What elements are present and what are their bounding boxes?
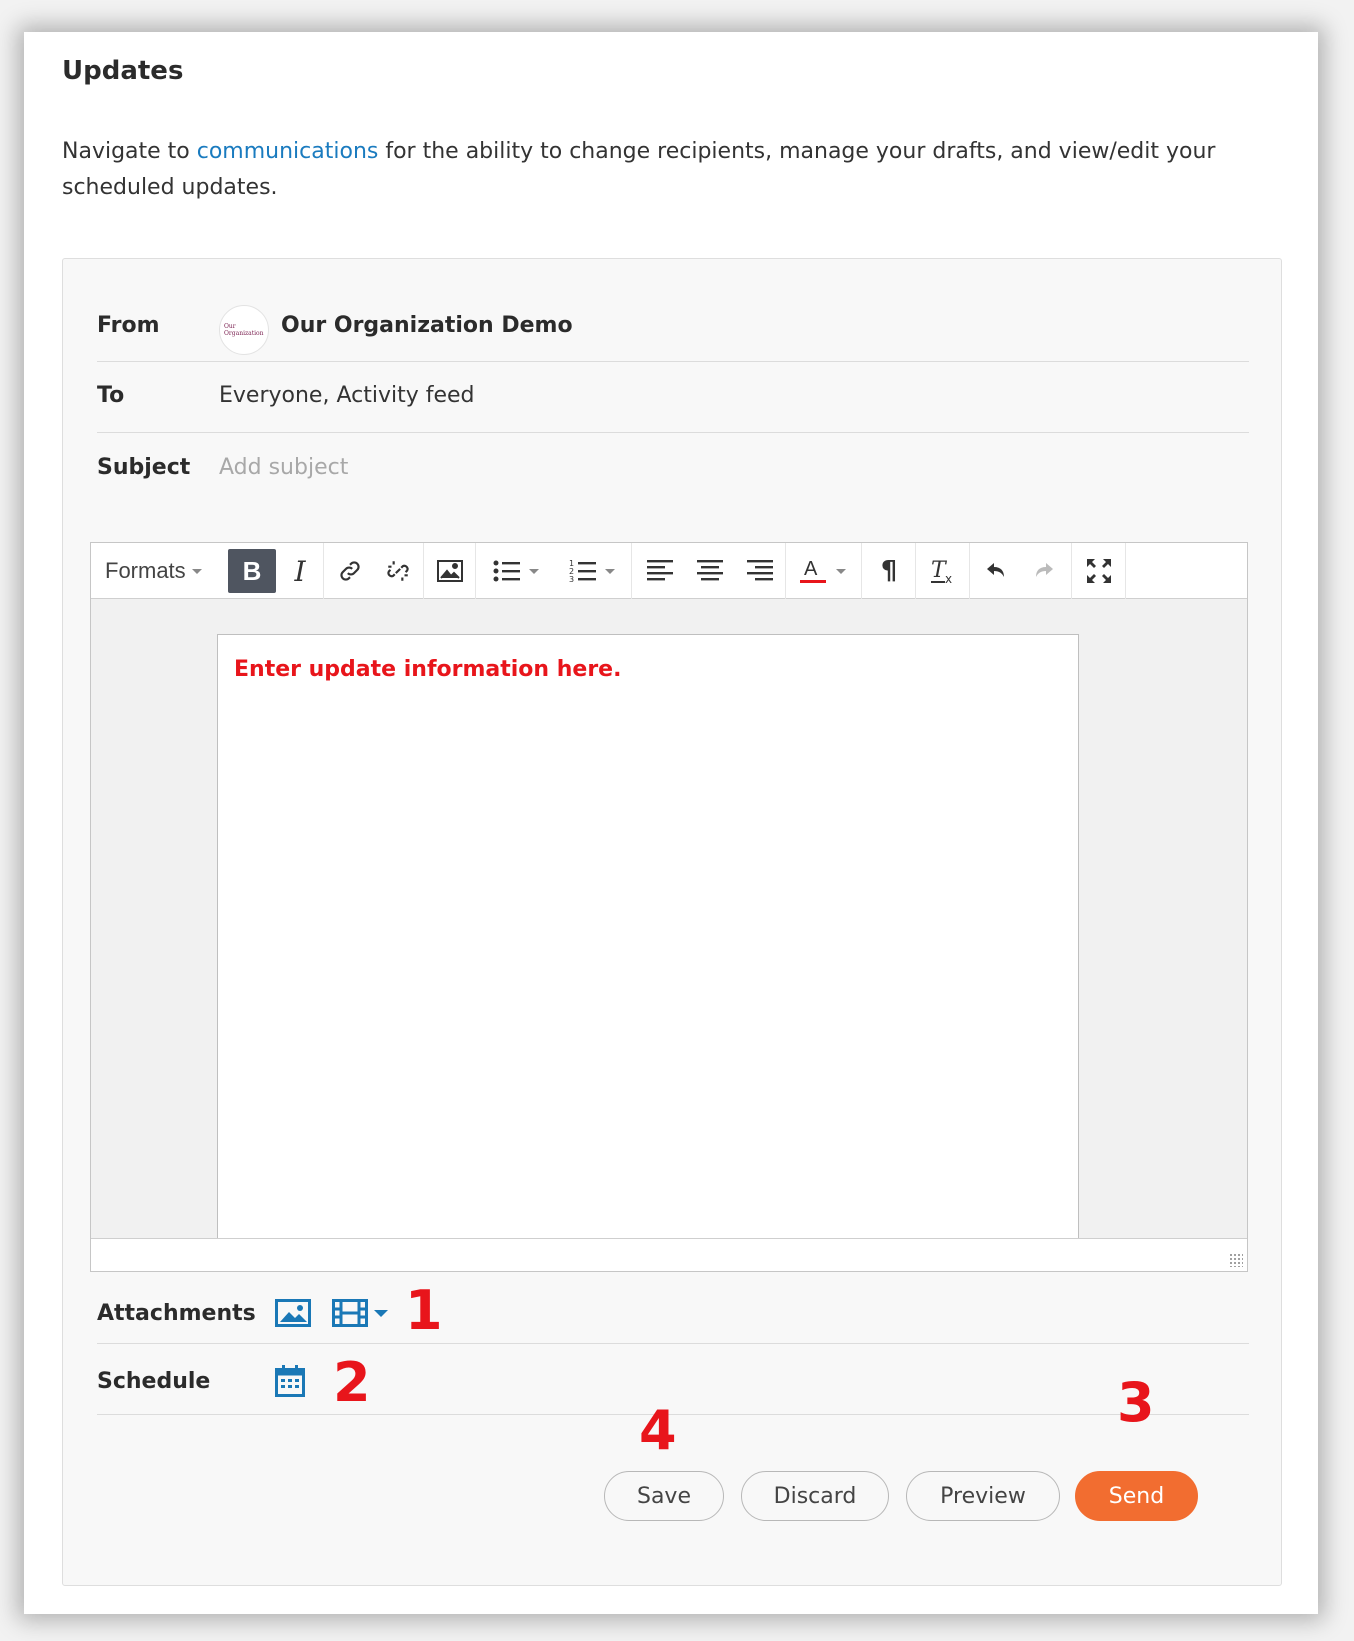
schedule-button[interactable] — [275, 1365, 305, 1401]
editor-toolbar: Formats B I 1 2 3 A ¶ T x — [91, 543, 1247, 599]
text-color-button[interactable]: A — [791, 549, 855, 593]
toolbar-divider — [861, 543, 862, 599]
video-attach-button[interactable] — [332, 1299, 388, 1327]
image-icon — [437, 560, 463, 582]
fullscreen-icon — [1087, 559, 1111, 583]
paragraph-icon: ¶ — [880, 556, 898, 586]
italic-icon: I — [294, 554, 306, 588]
formats-label: Formats — [105, 558, 186, 583]
link-button[interactable] — [327, 549, 373, 593]
attachments-row: Attachments 1 — [97, 1279, 1249, 1342]
save-button[interactable]: Save — [604, 1471, 724, 1521]
align-center-button[interactable] — [687, 549, 733, 593]
chevron-down-icon — [191, 568, 202, 574]
avatar-line1: Our — [224, 323, 236, 330]
toolbar-divider — [969, 543, 970, 599]
svg-text:x: x — [945, 572, 952, 585]
numbered-list-icon: 123 — [569, 559, 596, 584]
step-marker-4: 4 — [639, 1399, 677, 1462]
chevron-down-icon — [605, 568, 615, 574]
divider — [97, 1343, 1249, 1344]
toolbar-divider — [475, 543, 476, 599]
formats-dropdown[interactable]: Formats — [97, 549, 215, 593]
clear-format-button[interactable]: Tx — [919, 549, 967, 593]
updates-card: Updates Navigate to communications for t… — [24, 32, 1318, 1614]
send-button[interactable]: Send — [1075, 1471, 1198, 1521]
to-value[interactable]: Everyone, Activity feed — [219, 383, 475, 408]
image-button[interactable] — [427, 549, 473, 593]
unlink-icon — [387, 561, 409, 581]
step-marker-3: 3 — [1117, 1371, 1155, 1434]
toolbar-divider — [323, 543, 324, 599]
toolbar-divider — [1071, 543, 1072, 599]
image-attach-button[interactable] — [275, 1299, 311, 1331]
chevron-down-icon — [836, 568, 846, 574]
step-marker-1: 1 — [405, 1279, 443, 1342]
avatar-line2: Organization — [224, 330, 264, 337]
clear-format-icon: Tx — [931, 558, 952, 585]
attachments-label: Attachments — [97, 1301, 256, 1326]
step-marker-2: 2 — [333, 1351, 371, 1414]
image-icon — [275, 1299, 311, 1327]
paragraph-button[interactable]: ¶ — [867, 549, 911, 593]
subject-input[interactable]: Add subject — [219, 455, 348, 480]
toolbar-divider — [631, 543, 632, 599]
toolbar-divider — [423, 543, 424, 599]
subject-label: Subject — [97, 455, 191, 480]
align-center-icon — [697, 560, 723, 581]
italic-button[interactable]: I — [277, 549, 323, 593]
toolbar-divider — [785, 543, 786, 599]
bold-button[interactable]: B — [228, 549, 276, 593]
resize-grip-icon[interactable] — [1229, 1253, 1243, 1267]
calendar-icon — [275, 1365, 305, 1397]
rich-text-editor: Formats B I 1 2 3 A ¶ T x Enter update i… — [90, 542, 1248, 1272]
svg-text:3: 3 — [569, 575, 574, 584]
unlink-button[interactable] — [375, 549, 421, 593]
svg-text:A: A — [804, 558, 818, 580]
toolbar-divider — [915, 543, 916, 599]
align-left-button[interactable] — [637, 549, 683, 593]
bullet-list-icon — [493, 560, 520, 582]
communications-link[interactable]: communications — [197, 139, 379, 164]
page-title: Updates — [62, 56, 184, 86]
editor-body[interactable]: Enter update information here. — [217, 634, 1079, 1254]
align-left-icon — [647, 560, 673, 581]
intro-text: Navigate to communications for the abili… — [62, 134, 1262, 206]
text-color-icon: A — [800, 558, 826, 583]
redo-icon — [1036, 563, 1053, 577]
intro-prefix: Navigate to — [62, 139, 197, 164]
caret-down-icon — [374, 1309, 388, 1317]
from-value: Our Organization Demo — [281, 313, 573, 338]
align-right-button[interactable] — [737, 549, 783, 593]
chevron-down-icon — [529, 568, 539, 574]
redo-button[interactable] — [1021, 549, 1067, 593]
from-label: From — [97, 313, 160, 338]
divider — [97, 361, 1249, 362]
preview-button[interactable]: Preview — [906, 1471, 1060, 1521]
fullscreen-button[interactable] — [1075, 549, 1123, 593]
numbered-list-button[interactable]: 123 — [559, 549, 625, 593]
divider — [97, 432, 1249, 433]
film-icon — [332, 1299, 368, 1327]
editor-body-text: Enter update information here. — [234, 657, 622, 682]
link-icon — [340, 561, 360, 581]
undo-icon — [987, 563, 1004, 577]
avatar: Our Organization — [219, 305, 269, 355]
compose-panel: From Our Organization Our Organization D… — [62, 258, 1282, 1586]
schedule-label: Schedule — [97, 1369, 211, 1394]
toolbar-divider — [1125, 543, 1126, 599]
discard-button[interactable]: Discard — [741, 1471, 889, 1521]
to-label: To — [97, 383, 125, 408]
bullet-list-button[interactable] — [483, 549, 549, 593]
align-right-icon — [747, 560, 773, 581]
editor-statusbar — [91, 1238, 1247, 1271]
undo-button[interactable] — [973, 549, 1019, 593]
